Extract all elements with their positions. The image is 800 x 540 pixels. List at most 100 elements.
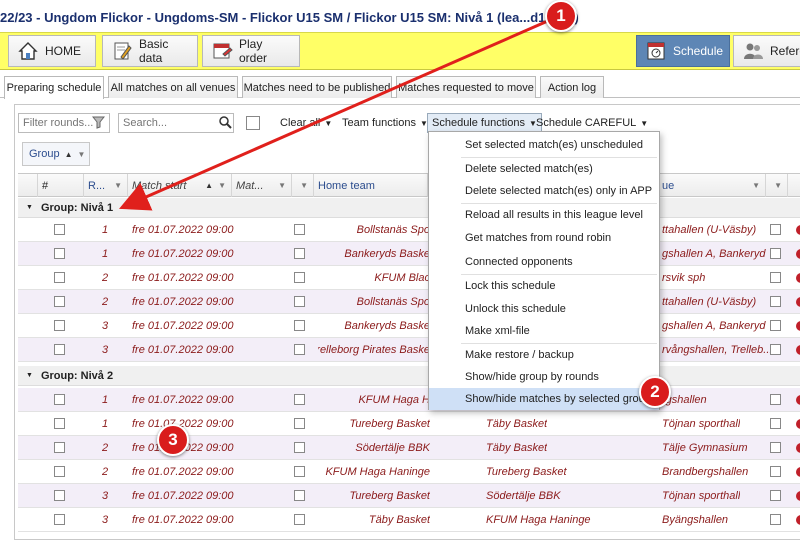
column-round[interactable]: R... ▼ [84, 174, 128, 197]
row-check[interactable] [294, 290, 305, 313]
row-check[interactable] [294, 242, 305, 265]
menu-item-unlock-schedule[interactable]: Unlock this schedule [429, 298, 659, 320]
menu-item-connected-opponents[interactable]: Connected opponents [429, 251, 659, 273]
collapse-icon[interactable]: ▼ [26, 372, 33, 379]
row-check[interactable] [770, 314, 781, 337]
row-check[interactable] [294, 460, 305, 483]
filter-settings-icon[interactable] [91, 116, 106, 132]
row-checkbox[interactable] [54, 508, 65, 531]
clear-all-button[interactable]: Clear all ▼ [280, 113, 332, 133]
row-check[interactable] [294, 338, 305, 361]
column-venue-filter[interactable]: ▼ [766, 174, 788, 197]
table-row[interactable]: 1 fre 01.07.2022 09:00 Tureberg Basket T… [18, 412, 800, 436]
row-checkbox[interactable] [54, 218, 65, 241]
sort-asc-icon[interactable]: ▲ [205, 181, 213, 190]
row-checkbox[interactable] [54, 338, 65, 361]
filter-icon[interactable]: ▼ [218, 181, 226, 190]
table-row[interactable]: 1 fre 01.07.2022 09:00 Bollstanäs Spo tt… [18, 218, 800, 242]
row-checkbox[interactable] [54, 290, 65, 313]
row-check[interactable] [770, 436, 781, 459]
schedule-functions-button[interactable]: Schedule functions ▼ [427, 113, 542, 133]
filter-icon[interactable]: ▼ [300, 181, 308, 190]
row-check[interactable] [294, 314, 305, 337]
table-row[interactable]: 3 fre 01.07.2022 09:00 Bankeryds Baske g… [18, 314, 800, 338]
filter-icon[interactable]: ▼ [278, 181, 286, 190]
row-check[interactable] [770, 388, 781, 411]
row-check[interactable] [770, 290, 781, 313]
sort-asc-icon[interactable]: ▲ [65, 150, 73, 159]
basic-data-button[interactable]: Basic data [102, 35, 198, 67]
table-row[interactable]: 2 fre 01.07.2022 09:00 KFUM Haga Haninge… [18, 460, 800, 484]
row-check[interactable] [770, 460, 781, 483]
row-check[interactable] [770, 338, 781, 361]
menu-item-delete-selected[interactable]: Delete selected match(es) [429, 158, 659, 180]
row-check[interactable] [294, 412, 305, 435]
row-check[interactable] [294, 266, 305, 289]
column-home-team[interactable]: Home team [314, 174, 428, 197]
row-checkbox[interactable] [54, 388, 65, 411]
row-checkbox[interactable] [54, 436, 65, 459]
menu-item-delete-only-app[interactable]: Delete selected match(es) only in APP [429, 180, 659, 202]
filter-icon[interactable]: ▼ [752, 181, 760, 190]
table-row[interactable]: 3 fre 01.07.2022 09:00 Täby Basket KFUM … [18, 508, 800, 532]
team-functions-button[interactable]: Team functions ▼ [342, 113, 428, 133]
menu-item-make-xml[interactable]: Make xml-file [429, 320, 659, 342]
table-row[interactable]: 3 fre 01.07.2022 09:00 Trelleborg Pirate… [18, 338, 800, 362]
row-check[interactable] [294, 388, 305, 411]
menu-item-set-unscheduled[interactable]: Set selected match(es) unscheduled [429, 134, 659, 156]
filter-icon[interactable]: ▼ [114, 181, 122, 190]
collapse-icon[interactable]: ▼ [26, 204, 33, 211]
play-order-button[interactable]: Play order [202, 35, 300, 67]
table-row[interactable]: 1 fre 01.07.2022 09:00 KFUM Haga H rgsha… [18, 388, 800, 412]
row-check[interactable] [770, 242, 781, 265]
table-row[interactable]: 1 fre 01.07.2022 09:00 Bankeryds Baske g… [18, 242, 800, 266]
row-check[interactable] [770, 412, 781, 435]
tab-action-log[interactable]: Action log [540, 76, 604, 98]
group-header-niva-2[interactable]: ▼ Group: Nivå 2 [18, 366, 800, 386]
row-check[interactable] [770, 484, 781, 507]
filter-icon[interactable]: ▼ [78, 150, 86, 159]
table-row[interactable]: 2 fre 01.07.2022 09:00 KFUM Blac rsvik s… [18, 266, 800, 290]
row-checkbox[interactable] [54, 412, 65, 435]
select-all-checkbox[interactable] [246, 116, 260, 130]
row-check[interactable] [770, 266, 781, 289]
row-check[interactable] [294, 484, 305, 507]
search-input[interactable] [118, 113, 234, 133]
row-checkbox[interactable] [54, 314, 65, 337]
row-check[interactable] [770, 508, 781, 531]
row-check[interactable] [294, 436, 305, 459]
tab-all-matches[interactable]: All matches on all venues [108, 76, 238, 98]
menu-item-lock-schedule[interactable]: Lock this schedule [429, 275, 659, 297]
filter-icon[interactable]: ▼ [774, 181, 782, 190]
column-match[interactable]: Mat... ▼ [232, 174, 292, 197]
column-hash[interactable]: # [38, 174, 84, 197]
row-check[interactable] [294, 508, 305, 531]
row-checkbox[interactable] [54, 460, 65, 483]
table-row[interactable]: 2 fre 01.07.2022 09:00 Bollstanäs Spo tt… [18, 290, 800, 314]
row-checkbox[interactable] [54, 266, 65, 289]
menu-item-restore-backup[interactable]: Make restore / backup [429, 344, 659, 366]
row-checkbox[interactable] [54, 484, 65, 507]
column-venue[interactable]: ue ▼ [658, 174, 766, 197]
menu-item-hide-by-rounds[interactable]: Show/hide group by rounds [429, 366, 659, 388]
column-filter[interactable]: ▼ [292, 174, 314, 197]
tab-preparing-schedule[interactable]: Preparing schedule [4, 76, 104, 99]
row-check[interactable] [770, 218, 781, 241]
menu-item-reload-results[interactable]: Reload all results in this league level [429, 204, 659, 226]
schedule-button[interactable]: Schedule [636, 35, 730, 67]
search-icon[interactable] [219, 116, 232, 132]
referees-button[interactable]: Refere [733, 35, 800, 67]
grouping-chip[interactable]: Group ▲ ▼ [22, 142, 90, 166]
tab-matches-need-published[interactable]: Matches need to be published [242, 76, 392, 98]
row-checkbox[interactable] [54, 242, 65, 265]
tab-matches-requested-move[interactable]: Matches requested to move [396, 76, 536, 98]
table-row[interactable]: 2 fre 01.07.2022 09:00 Södertälje BBK Tä… [18, 436, 800, 460]
table-row[interactable]: 3 fre 01.07.2022 09:00 Tureberg Basket S… [18, 484, 800, 508]
schedule-careful-button[interactable]: Schedule CAREFUL ▼ [536, 113, 648, 133]
group-header-niva-1[interactable]: ▼ Group: Nivå 1 [18, 198, 800, 218]
column-match-start[interactable]: Match start ▲ ▼ [128, 174, 232, 197]
home-button[interactable]: HOME [8, 35, 96, 67]
menu-item-hide-by-selected-group[interactable]: Show/hide matches by selected group [429, 388, 659, 410]
menu-item-get-round-robin[interactable]: Get matches from round robin [429, 227, 659, 249]
row-check[interactable] [294, 218, 305, 241]
